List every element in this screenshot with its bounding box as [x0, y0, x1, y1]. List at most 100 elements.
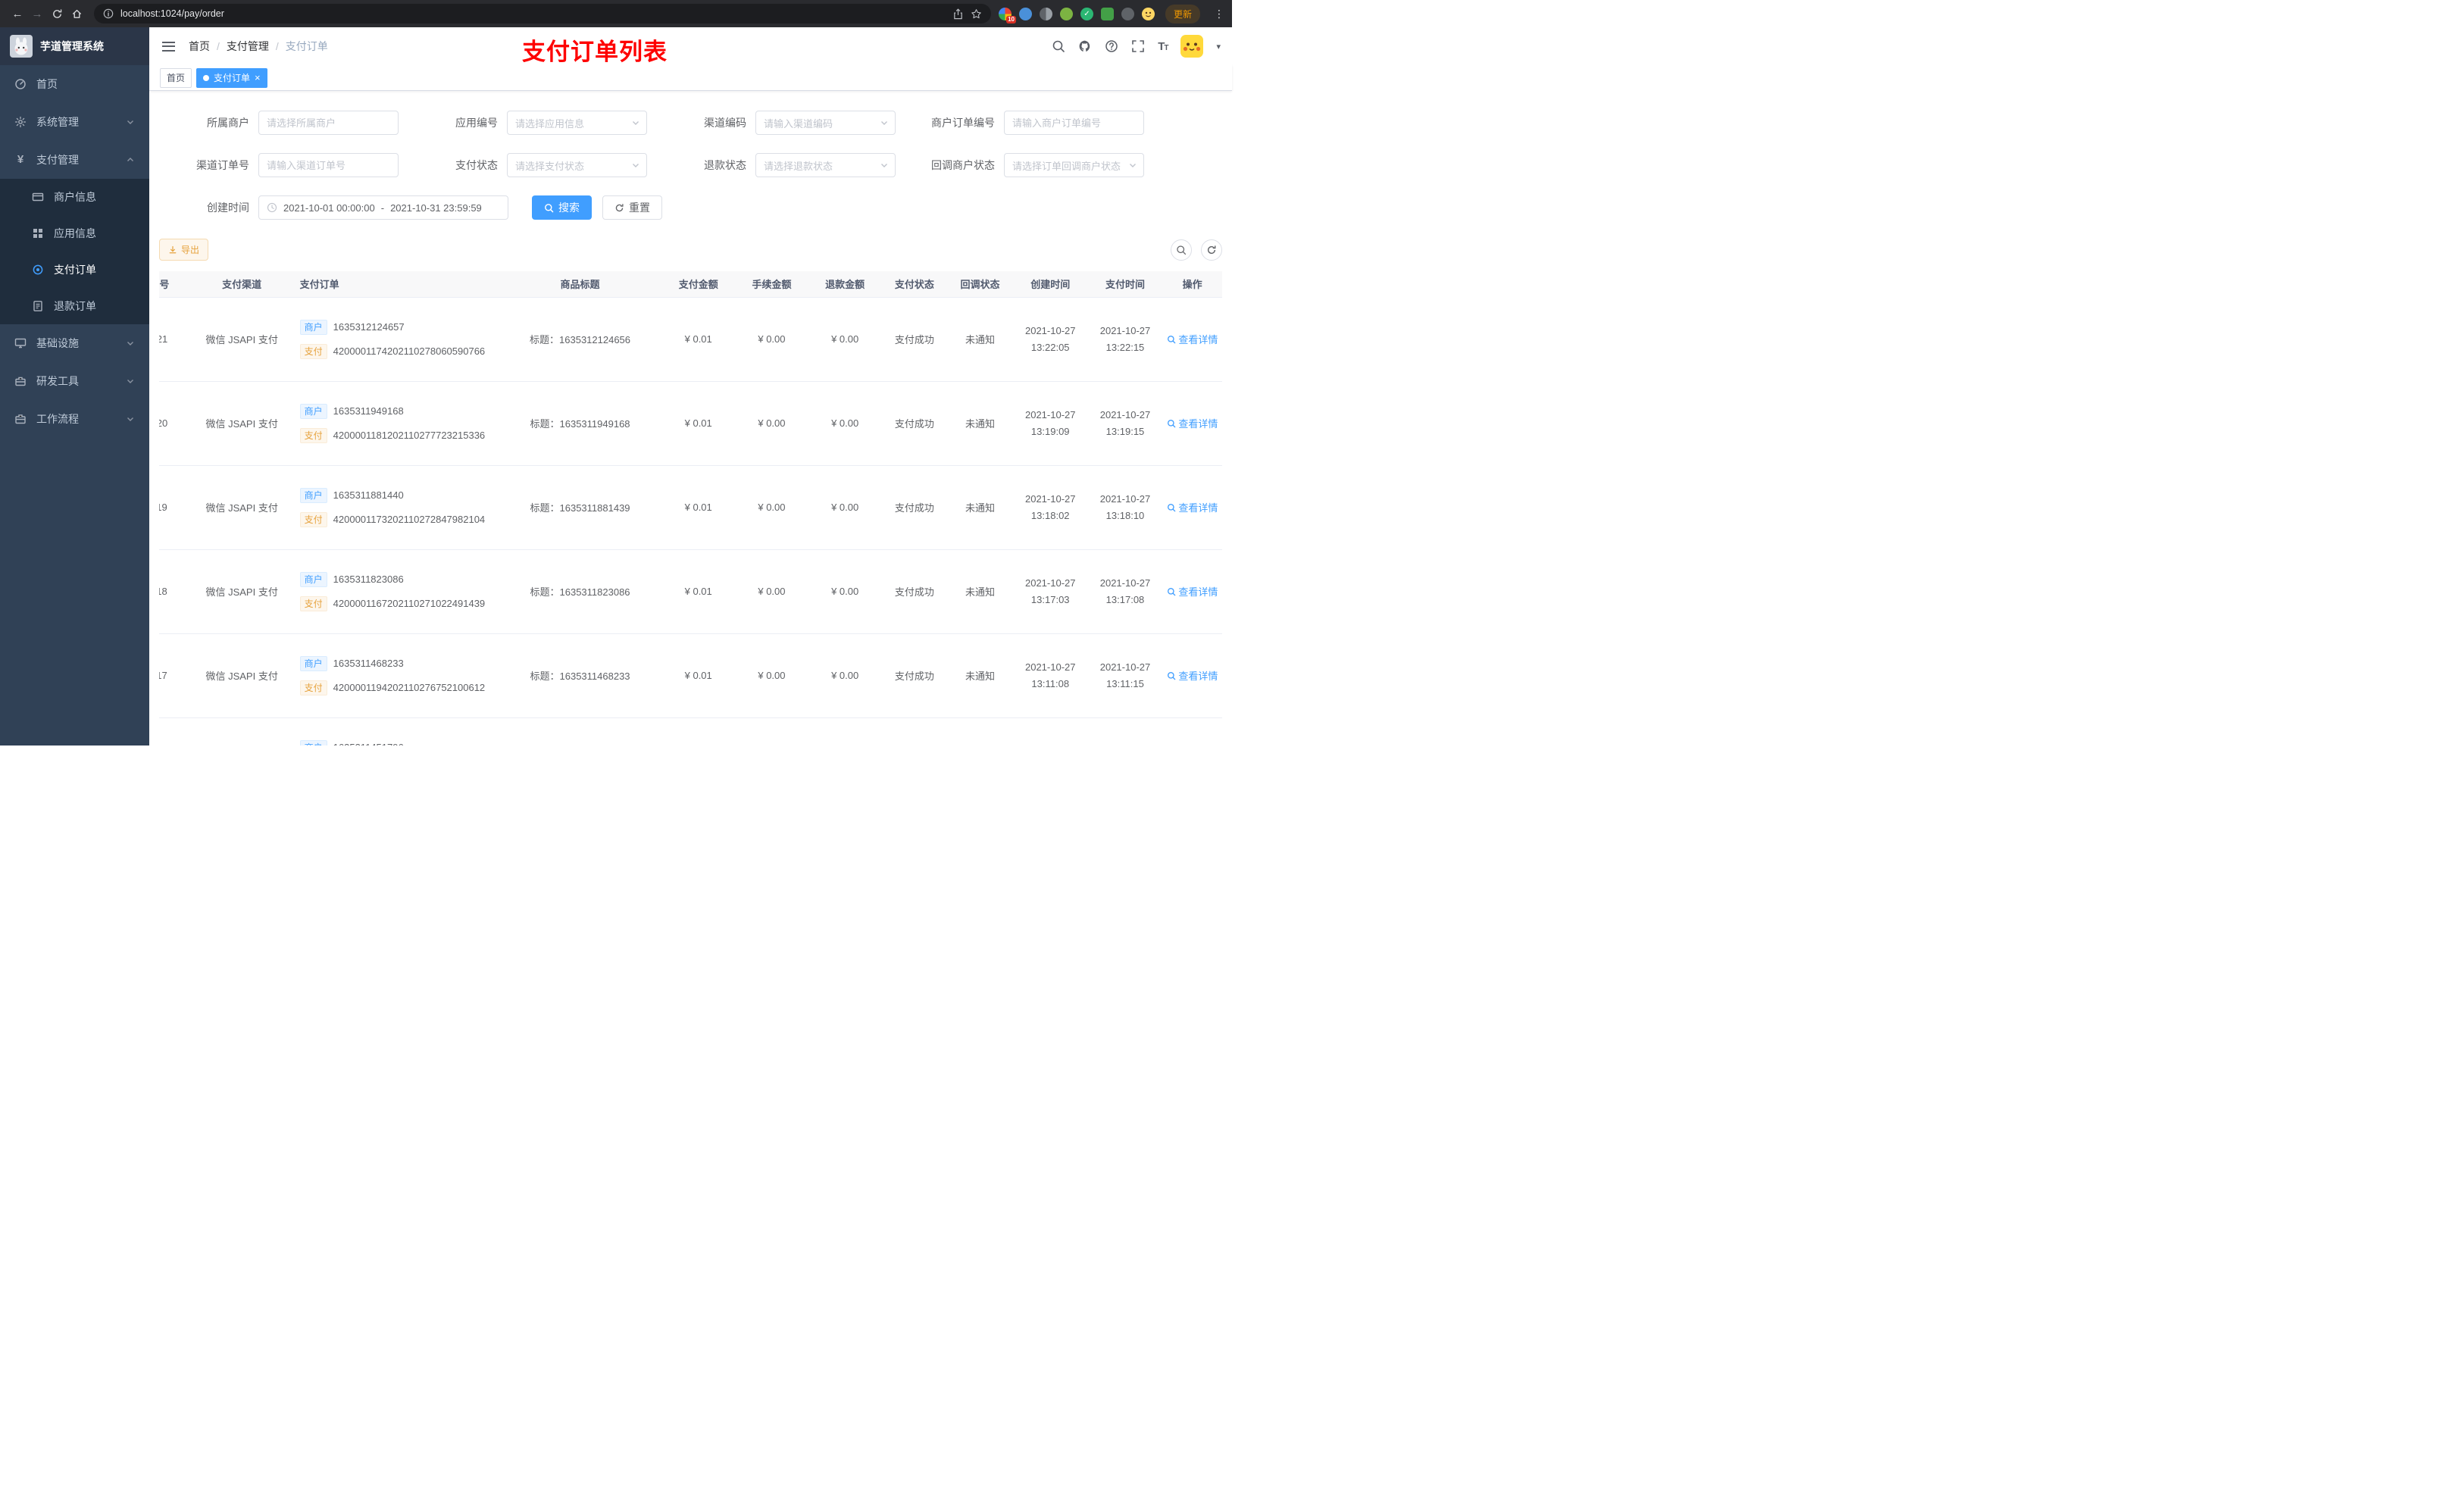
- sidebar-item-system[interactable]: 系统管理: [0, 103, 149, 141]
- extension-icon[interactable]: [1018, 7, 1032, 20]
- help-icon[interactable]: [1105, 39, 1118, 53]
- breadcrumb-home[interactable]: 首页: [189, 39, 210, 54]
- breadcrumb-payment[interactable]: 支付管理: [227, 39, 269, 54]
- cell-title: [498, 717, 662, 746]
- sidebar-item-workflow[interactable]: 工作流程: [0, 400, 149, 438]
- view-detail-link[interactable]: 查看详情: [1167, 668, 1218, 683]
- sidebar-item-devtools[interactable]: 研发工具: [0, 362, 149, 400]
- extension-emoji-icon[interactable]: [1141, 7, 1155, 20]
- extension-icon[interactable]: [1059, 7, 1073, 20]
- tab-pay-order[interactable]: 支付订单 ×: [196, 67, 267, 88]
- export-button[interactable]: 导出: [159, 239, 209, 261]
- view-detail-link[interactable]: 查看详情: [1167, 500, 1218, 514]
- browser-extensions: 10 ✓ 更新 ⋮: [998, 4, 1224, 23]
- browser-reload-button[interactable]: [47, 4, 67, 23]
- cell-actions: 查看详情: [1162, 549, 1222, 634]
- chevron-down-icon: [126, 117, 135, 127]
- view-detail-label: 查看详情: [1178, 418, 1218, 430]
- sidebar-item-home[interactable]: 首页: [0, 65, 149, 103]
- reload-icon: [52, 9, 61, 18]
- table-row: 117 微信 JSAPI 支付 商户 1635311468233 支付 4200…: [159, 633, 1222, 718]
- avatar[interactable]: [1180, 35, 1204, 58]
- extension-icon[interactable]: [1100, 7, 1114, 20]
- table-header-row: 编号 支付渠道 支付订单 商品标题 支付金额 手续金额 退款金额 支付状态 回调…: [159, 271, 1222, 298]
- tags-view: 首页 支付订单 ×: [149, 65, 1232, 91]
- search-icon[interactable]: [1052, 39, 1065, 53]
- bookmark-star-icon[interactable]: [971, 8, 982, 20]
- grid-icon: [32, 227, 44, 239]
- merchant-input[interactable]: [258, 111, 399, 135]
- filter-merchant-order-no-label: 商户订单编号: [931, 117, 995, 129]
- cell-fee-amount: [735, 717, 808, 746]
- refresh-table-button[interactable]: [1201, 239, 1222, 261]
- sidebar-item-pay-order[interactable]: 支付订单: [0, 252, 149, 288]
- sidebar-item-label: 商户信息: [54, 191, 96, 203]
- col-actions: 操作: [1162, 271, 1222, 298]
- emoji-face-icon: [1145, 11, 1152, 17]
- table-row: 商户 1635311451796 支付: [159, 717, 1222, 746]
- url-text[interactable]: localhost:1024/pay/order: [120, 8, 946, 19]
- sidebar-item-merchant-info[interactable]: 商户信息: [0, 179, 149, 215]
- url-bar[interactable]: localhost:1024/pay/order: [94, 4, 991, 23]
- create-time-range-picker[interactable]: 2021-10-01 00:00:00 - 2021-10-31 23:59:5…: [258, 195, 508, 220]
- briefcase-icon: [14, 413, 27, 425]
- sidebar-item-label: 应用信息: [54, 227, 96, 239]
- merchant-tag: 商户: [299, 319, 327, 335]
- view-detail-link[interactable]: 查看详情: [1167, 584, 1218, 599]
- cell-actions: 查看详情: [1162, 381, 1222, 466]
- sidebar-item-infra[interactable]: 基础设施: [0, 324, 149, 362]
- close-icon[interactable]: ×: [255, 73, 261, 83]
- hamburger-icon[interactable]: [161, 39, 177, 55]
- extension-check-icon[interactable]: ✓: [1080, 7, 1093, 20]
- view-detail-link[interactable]: 查看详情: [1167, 416, 1218, 430]
- breadcrumb-separator: /: [217, 40, 220, 52]
- caret-down-icon[interactable]: ▾: [1216, 42, 1221, 52]
- fullscreen-icon[interactable]: [1131, 39, 1145, 53]
- toolbox-icon: [14, 375, 27, 387]
- app-no-select[interactable]: 请选择应用信息: [507, 111, 647, 135]
- sidebar-item-app-info[interactable]: 应用信息: [0, 215, 149, 252]
- view-detail-link[interactable]: 查看详情: [1167, 332, 1218, 346]
- browser-home-button[interactable]: [67, 4, 86, 23]
- filter-channel-code-label: 渠道编码: [704, 117, 746, 129]
- browser-update-button[interactable]: 更新: [1165, 4, 1200, 23]
- extension-icon[interactable]: [1039, 7, 1052, 20]
- hide-search-button[interactable]: [1171, 239, 1192, 261]
- tab-home[interactable]: 首页: [160, 67, 192, 88]
- pay-order-no: 4200001167202110271022491439: [333, 598, 486, 609]
- merchant-tag: 商户: [299, 655, 327, 671]
- browser-back-button[interactable]: ←: [8, 4, 27, 23]
- browser-forward-button[interactable]: →: [27, 4, 47, 23]
- filter-refund-status-label: 退款状态: [704, 159, 746, 171]
- merchant-order-no-input[interactable]: [1004, 111, 1144, 135]
- filter-create-time-label: 创建时间: [207, 202, 249, 214]
- sidebar-item-refund-order[interactable]: 退款订单: [0, 288, 149, 324]
- gear-icon: [14, 116, 27, 128]
- site-info-icon[interactable]: [103, 8, 114, 19]
- cell-id: [159, 717, 193, 746]
- share-icon[interactable]: [952, 8, 964, 20]
- channel-order-no-input[interactable]: [258, 153, 399, 177]
- sidebar-item-payment[interactable]: ¥ 支付管理: [0, 141, 149, 179]
- pay-status-select[interactable]: 请选择支付状态: [507, 153, 647, 177]
- cell-pay-time: 2021-10-27 13:19:15: [1087, 381, 1163, 466]
- channel-code-select[interactable]: 请输入渠道编码: [755, 111, 896, 135]
- col-pay-status: 支付状态: [881, 271, 948, 298]
- github-icon[interactable]: [1078, 39, 1092, 53]
- extension-pin-icon[interactable]: [1121, 7, 1134, 20]
- search-icon: [1168, 503, 1176, 511]
- table-row: 120 微信 JSAPI 支付 商户 1635311949168 支付 4200…: [159, 381, 1222, 466]
- browser-menu-button[interactable]: ⋮: [1214, 8, 1224, 20]
- breadcrumb-separator: /: [275, 40, 279, 52]
- page-annotation: 支付订单列表: [522, 39, 668, 65]
- pay-tag: 支付: [299, 427, 327, 443]
- font-size-icon[interactable]: TT: [1158, 40, 1168, 53]
- refund-status-select[interactable]: 请选择退款状态: [755, 153, 896, 177]
- callback-status-select[interactable]: 请选择订单回调商户状态: [1004, 153, 1144, 177]
- sidebar-item-label: 支付订单: [54, 264, 96, 276]
- search-button[interactable]: 搜索: [532, 195, 592, 220]
- extension-icon[interactable]: 10: [998, 7, 1016, 23]
- cell-pay-status: [881, 717, 948, 746]
- filter-merchant: 所属商户: [159, 111, 408, 135]
- reset-button[interactable]: 重置: [602, 195, 662, 220]
